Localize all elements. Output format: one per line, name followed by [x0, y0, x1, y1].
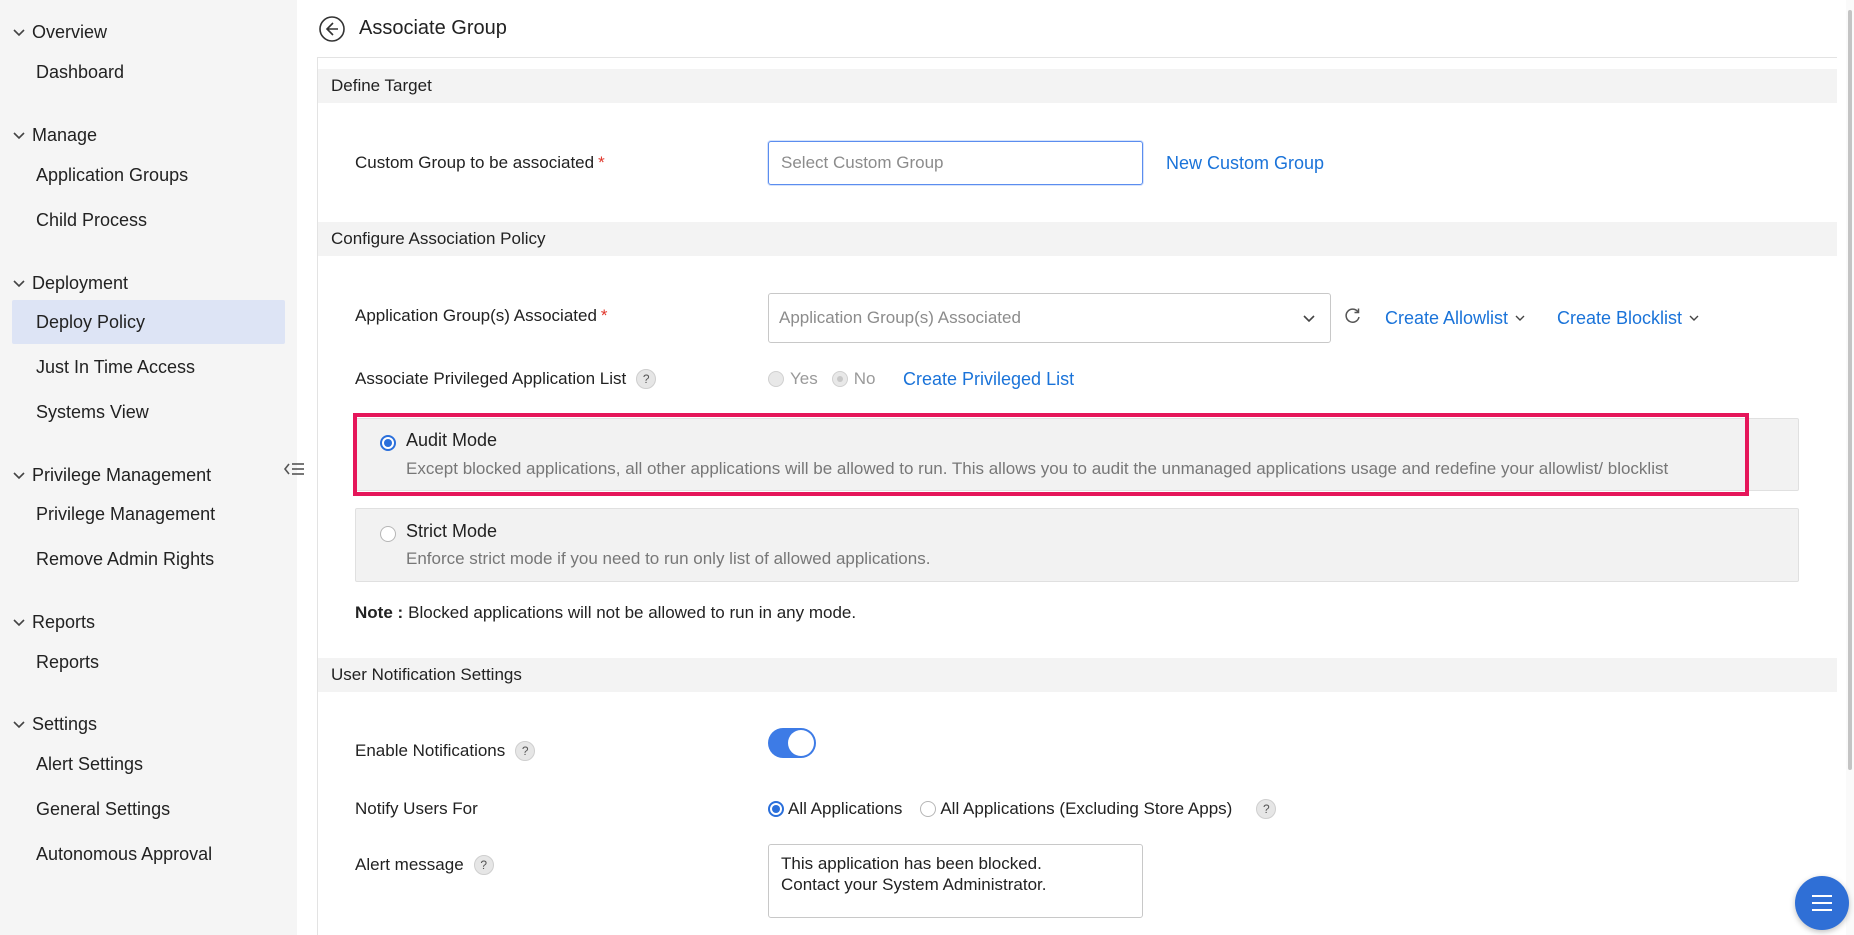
sidebar-section-title: Manage: [32, 125, 98, 145]
privileged-list-label-text: Associate Privileged Application List: [355, 369, 627, 388]
enable-notifications-toggle[interactable]: [768, 728, 816, 758]
note-prefix: Note :: [355, 603, 404, 622]
alert-message-text: Alert message: [355, 855, 464, 874]
app-groups-label-text: Application Group(s) Associated: [355, 306, 597, 325]
sidebar-section-title: Overview: [32, 22, 108, 42]
excluding-store-apps-radio[interactable]: [920, 801, 937, 817]
app-groups-label: Application Group(s) Associated *: [355, 303, 608, 329]
no-radio[interactable]: [831, 371, 848, 387]
help-icon[interactable]: ?: [515, 741, 536, 761]
sidebar-section-title: Reports: [32, 612, 96, 632]
collapse-sidebar-icon[interactable]: [280, 455, 308, 483]
sidebar-item-autonomous-approval[interactable]: Autonomous Approval: [12, 832, 285, 876]
alert-message-textarea[interactable]: This application has been blocked. Conta…: [768, 844, 1143, 918]
new-custom-group-link[interactable]: New Custom Group: [1166, 150, 1324, 176]
custom-group-label-text: Custom Group to be associated: [355, 153, 595, 172]
chevron-down-icon: [1515, 315, 1525, 321]
hamburger-menu-icon: [1812, 895, 1832, 911]
sidebar-section-overview[interactable]: Overview: [12, 22, 107, 43]
chevron-down-icon: [1689, 315, 1699, 321]
enable-notifications-text: Enable Notifications: [355, 741, 506, 760]
custom-group-label: Custom Group to be associated *: [355, 150, 605, 176]
privileged-list-label: Associate Privileged Application List ?: [355, 366, 657, 392]
chevron-down-icon: [13, 720, 25, 728]
notify-users-options: All Applications All Applications (Exclu…: [768, 796, 1277, 822]
yes-label: Yes: [790, 369, 818, 388]
chevron-down-icon: [13, 279, 25, 287]
sidebar-item-dashboard[interactable]: Dashboard: [12, 50, 285, 94]
section-notifications: User Notification Settings: [317, 658, 1837, 692]
sidebar-section-privilege-management[interactable]: Privilege Management: [12, 465, 211, 486]
mode-note: Note : Blocked applications will not be …: [355, 600, 856, 626]
sidebar-item-child-process[interactable]: Child Process: [12, 198, 285, 242]
note-text: Blocked applications will not be allowed…: [408, 603, 857, 622]
all-applications-label: All Applications: [788, 799, 903, 818]
notify-users-label: Notify Users For: [355, 799, 478, 818]
page-title: Associate Group: [359, 17, 507, 39]
sidebar-item-remove-admin-rights[interactable]: Remove Admin Rights: [12, 537, 285, 581]
required-asterisk: *: [600, 306, 608, 325]
strict-mode-title: Strict Mode: [406, 521, 498, 541]
sidebar: Overview Dashboard Manage Application Gr…: [0, 0, 297, 935]
sidebar-section-deployment[interactable]: Deployment: [12, 273, 128, 294]
all-applications-radio[interactable]: [768, 801, 784, 817]
help-icon[interactable]: ?: [1256, 799, 1277, 819]
sidebar-item-general-settings[interactable]: General Settings: [12, 787, 285, 831]
sidebar-section-settings[interactable]: Settings: [12, 714, 97, 735]
no-label: No: [853, 369, 876, 388]
help-icon[interactable]: ?: [473, 855, 494, 875]
chevron-down-icon: [13, 471, 25, 479]
menu-fab-button[interactable]: [1795, 876, 1849, 930]
scrollbar-thumb[interactable]: [1848, 10, 1852, 770]
page-header: Associate Group: [317, 0, 1837, 58]
required-asterisk: *: [598, 153, 605, 172]
sidebar-item-application-groups[interactable]: Application Groups: [12, 153, 285, 197]
create-blocklist-label: Create Blocklist: [1557, 307, 1683, 328]
alert-message-label: Alert message ?: [355, 852, 494, 878]
app-groups-placeholder: Application Group(s) Associated: [779, 308, 1021, 327]
chevron-down-icon: [13, 618, 25, 626]
sidebar-section-manage[interactable]: Manage: [12, 125, 97, 146]
toggle-knob: [788, 730, 814, 756]
refresh-icon[interactable]: [1343, 306, 1363, 326]
sidebar-section-title: Deployment: [32, 273, 129, 293]
highlight-box: [353, 413, 1749, 496]
sidebar-item-reports[interactable]: Reports: [12, 640, 285, 684]
create-allowlist-dropdown[interactable]: Create Allowlist: [1385, 305, 1526, 331]
sidebar-section-title: Privilege Management: [32, 465, 212, 485]
scrollbar[interactable]: [1846, 0, 1854, 935]
sidebar-section-title: Settings: [32, 714, 98, 734]
help-icon[interactable]: ?: [636, 369, 657, 389]
section-association-policy: Configure Association Policy: [317, 222, 1837, 256]
custom-group-select[interactable]: Select Custom Group: [768, 141, 1143, 185]
chevron-down-icon: [13, 131, 25, 139]
sidebar-item-privilege-management[interactable]: Privilege Management: [12, 492, 285, 536]
main-content: Associate Group Define Target Custom Gro…: [317, 0, 1837, 935]
enable-notifications-label: Enable Notifications ?: [355, 738, 536, 764]
sidebar-item-just-in-time-access[interactable]: Just In Time Access: [12, 345, 285, 389]
create-allowlist-label: Create Allowlist: [1385, 307, 1509, 328]
strict-mode-radio[interactable]: [380, 526, 396, 542]
strict-mode-description: Enforce strict mode if you need to run o…: [406, 549, 931, 568]
section-define-target: Define Target: [317, 69, 1837, 103]
back-arrow-icon[interactable]: [318, 15, 346, 43]
strict-mode-option[interactable]: Strict Mode Enforce strict mode if you n…: [355, 508, 1799, 582]
sidebar-item-alert-settings[interactable]: Alert Settings: [12, 742, 285, 786]
sidebar-item-deploy-policy[interactable]: Deploy Policy: [12, 300, 285, 344]
create-privileged-list-link[interactable]: Create Privileged List: [903, 366, 1074, 392]
app-groups-select[interactable]: Application Group(s) Associated: [768, 293, 1331, 343]
excluding-store-apps-label: All Applications (Excluding Store Apps): [940, 799, 1233, 818]
sidebar-item-systems-view[interactable]: Systems View: [12, 390, 285, 434]
chevron-down-icon: [13, 28, 25, 36]
create-blocklist-dropdown[interactable]: Create Blocklist: [1557, 305, 1700, 331]
yes-radio[interactable]: [768, 371, 784, 387]
sidebar-section-reports[interactable]: Reports: [12, 612, 95, 633]
chevron-down-icon: [1303, 315, 1315, 323]
privileged-list-options: Yes No: [768, 366, 875, 392]
